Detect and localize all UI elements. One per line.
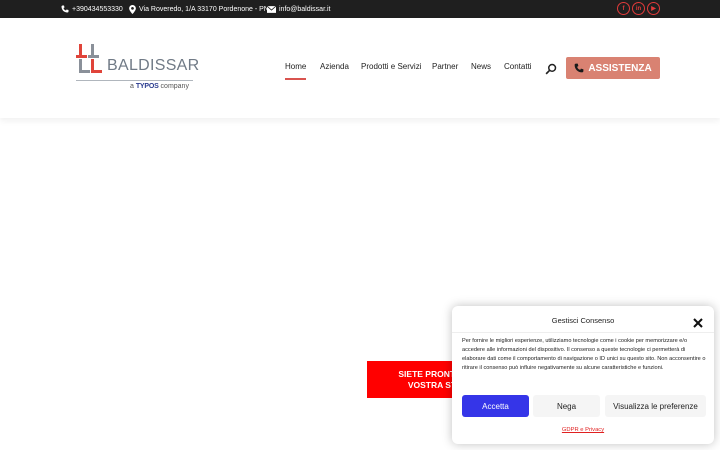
close-icon	[693, 318, 703, 328]
deny-button[interactable]: Nega	[533, 395, 600, 417]
nav-partner[interactable]: Partner	[432, 62, 458, 76]
linkedin-icon: in	[635, 5, 642, 12]
consent-body: Per fornire le migliori esperienze, util…	[462, 338, 706, 371]
youtube-link[interactable]: ▶	[647, 2, 660, 15]
phone-icon	[574, 63, 584, 73]
logo-tagline: a TYPOS company	[130, 83, 189, 90]
logo-tagline-prefix: a	[130, 83, 134, 90]
linkedin-link[interactable]: in	[632, 2, 645, 15]
nav-news[interactable]: News	[471, 62, 491, 76]
nav-prodotti-e-servizi[interactable]: Prodotti e Servizi	[361, 62, 421, 76]
facebook-link[interactable]: f	[617, 2, 630, 15]
email-address: info@baldissar.it	[279, 5, 331, 13]
nav-home[interactable]: Home	[285, 62, 307, 80]
phone-number: +390434553330	[72, 5, 123, 13]
consent-close-button[interactable]	[693, 315, 705, 328]
assistenza-label: ASSISTENZA	[588, 62, 652, 74]
logo-tagline-brand: TYPOS	[135, 83, 159, 90]
search-icon	[545, 63, 557, 75]
phone-contact[interactable]: +390434553330	[61, 0, 123, 18]
assistenza-button[interactable]: ASSISTENZA	[566, 57, 660, 79]
site-header: BALDISSAR a TYPOS company Home Azienda P…	[0, 18, 720, 118]
email-icon	[267, 5, 276, 13]
youtube-icon: ▶	[651, 6, 656, 12]
cookie-consent-dialog: Gestisci Consenso Per fornire le miglior…	[452, 306, 714, 444]
facebook-icon: f	[622, 5, 625, 12]
site-logo[interactable]: BALDISSAR a TYPOS company	[76, 44, 199, 94]
email-contact[interactable]: info@baldissar.it	[267, 0, 330, 18]
gdpr-privacy-link[interactable]: GDPR e Privacy	[452, 427, 714, 433]
location-pin-icon	[129, 4, 136, 14]
logo-wordmark: BALDISSAR	[107, 57, 200, 74]
logo-divider	[76, 80, 193, 81]
logo-tagline-suffix: company	[160, 83, 189, 90]
top-bar: +390434553330 Via Roveredo, 1/A 33170 Po…	[0, 0, 720, 18]
address-contact: Via Roveredo, 1/A 33170 Pordenone - PN	[129, 0, 269, 18]
nav-azienda[interactable]: Azienda	[320, 62, 349, 76]
accept-button[interactable]: Accetta	[462, 395, 529, 417]
view-preferences-button[interactable]: Visualizza le preferenze	[605, 395, 706, 417]
address-text: Via Roveredo, 1/A 33170 Pordenone - PN	[139, 5, 269, 13]
phone-icon	[61, 5, 69, 13]
baldissar-logo-mark-icon	[76, 44, 102, 73]
search-button[interactable]	[545, 62, 559, 76]
consent-title: Gestisci Consenso	[551, 316, 615, 325]
consent-divider	[452, 332, 714, 333]
nav-contatti[interactable]: Contatti	[504, 62, 532, 76]
